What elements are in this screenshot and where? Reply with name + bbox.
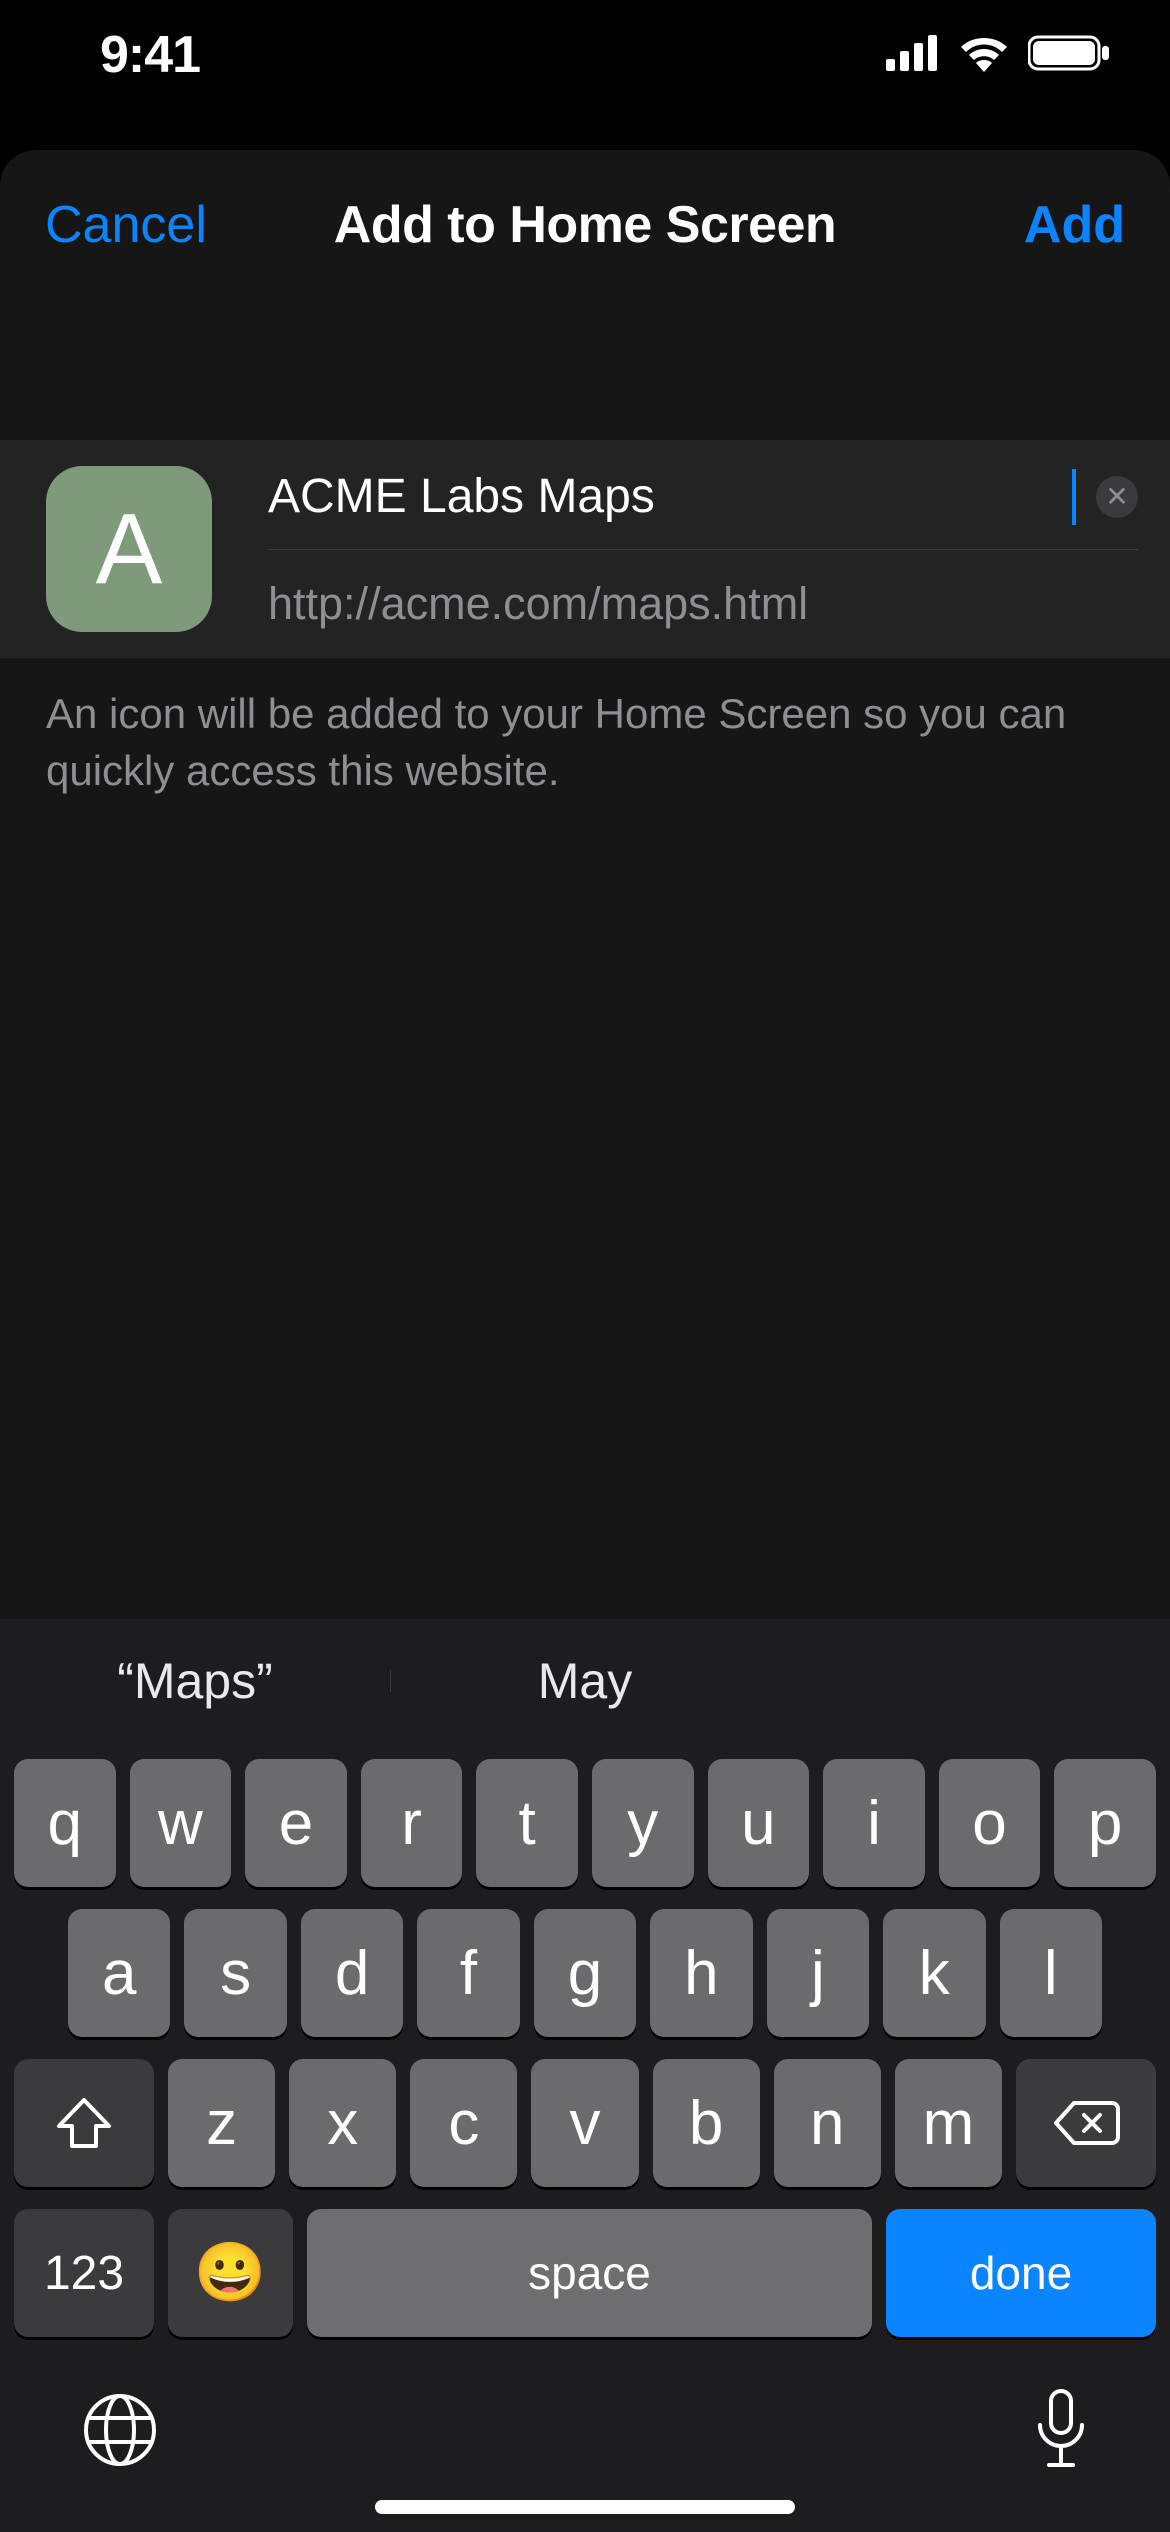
key-e[interactable]: e: [245, 1759, 347, 1887]
battery-icon: [1028, 34, 1110, 77]
system-keyboard: “Maps” May q w e r t y u i o p a s d f: [0, 1619, 1170, 2532]
key-f[interactable]: f: [417, 1909, 519, 2037]
suggestion-2[interactable]: May: [390, 1652, 780, 1710]
globe-icon[interactable]: [80, 2390, 160, 2475]
key-numbers[interactable]: 123: [14, 2209, 154, 2337]
key-m[interactable]: m: [895, 2059, 1002, 2187]
key-s[interactable]: s: [184, 1909, 286, 2037]
key-q[interactable]: q: [14, 1759, 116, 1887]
key-r[interactable]: r: [361, 1759, 463, 1887]
wifi-icon: [958, 34, 1010, 77]
key-x[interactable]: x: [289, 2059, 396, 2187]
field-divider: [268, 549, 1138, 550]
title-input[interactable]: ACME Labs Maps: [268, 469, 1070, 524]
key-w[interactable]: w: [130, 1759, 232, 1887]
key-i[interactable]: i: [823, 1759, 925, 1887]
footer-note: An icon will be added to your Home Scree…: [0, 658, 1170, 799]
sheet-header: Cancel Add to Home Screen Add: [0, 150, 1170, 305]
key-a[interactable]: a: [68, 1909, 170, 2037]
add-to-home-sheet: Cancel Add to Home Screen Add A ACME Lab…: [0, 150, 1170, 2532]
key-o[interactable]: o: [939, 1759, 1041, 1887]
status-bar: 9:41: [0, 0, 1170, 110]
suggestion-1[interactable]: “Maps”: [0, 1652, 390, 1710]
key-emoji[interactable]: 😀: [168, 2209, 293, 2337]
bookmark-form: A ACME Labs Maps ✕ http://acme.com/maps.…: [0, 440, 1170, 658]
key-c[interactable]: c: [410, 2059, 517, 2187]
key-v[interactable]: v: [531, 2059, 638, 2187]
text-cursor: [1072, 469, 1076, 525]
key-z[interactable]: z: [168, 2059, 275, 2187]
close-icon: ✕: [1105, 480, 1128, 513]
status-indicators: [886, 34, 1110, 77]
key-backspace[interactable]: [1016, 2059, 1156, 2187]
key-u[interactable]: u: [708, 1759, 810, 1887]
mic-icon[interactable]: [1032, 2387, 1090, 2478]
app-icon-preview: A: [46, 466, 212, 632]
key-shift[interactable]: [14, 2059, 154, 2187]
home-indicator[interactable]: [375, 2500, 795, 2514]
key-y[interactable]: y: [592, 1759, 694, 1887]
shift-icon: [55, 2096, 113, 2150]
keyboard-suggestions: “Maps” May: [0, 1619, 1170, 1743]
key-l[interactable]: l: [1000, 1909, 1102, 2037]
key-done[interactable]: done: [886, 2209, 1156, 2337]
key-g[interactable]: g: [534, 1909, 636, 2037]
key-h[interactable]: h: [650, 1909, 752, 2037]
emoji-icon: 😀: [194, 2239, 266, 2307]
sheet-title: Add to Home Screen: [334, 195, 836, 255]
cellular-icon: [886, 35, 940, 76]
key-j[interactable]: j: [767, 1909, 869, 2037]
clear-text-button[interactable]: ✕: [1096, 476, 1138, 518]
status-time: 9:41: [100, 25, 200, 85]
add-button[interactable]: Add: [1024, 195, 1125, 255]
key-k[interactable]: k: [883, 1909, 985, 2037]
key-d[interactable]: d: [301, 1909, 403, 2037]
key-t[interactable]: t: [476, 1759, 578, 1887]
key-p[interactable]: p: [1054, 1759, 1156, 1887]
key-n[interactable]: n: [774, 2059, 881, 2187]
key-space[interactable]: space: [307, 2209, 872, 2337]
key-b[interactable]: b: [653, 2059, 760, 2187]
cancel-button[interactable]: Cancel: [45, 195, 207, 255]
url-display: http://acme.com/maps.html: [268, 578, 1138, 630]
backspace-icon: [1052, 2099, 1120, 2147]
